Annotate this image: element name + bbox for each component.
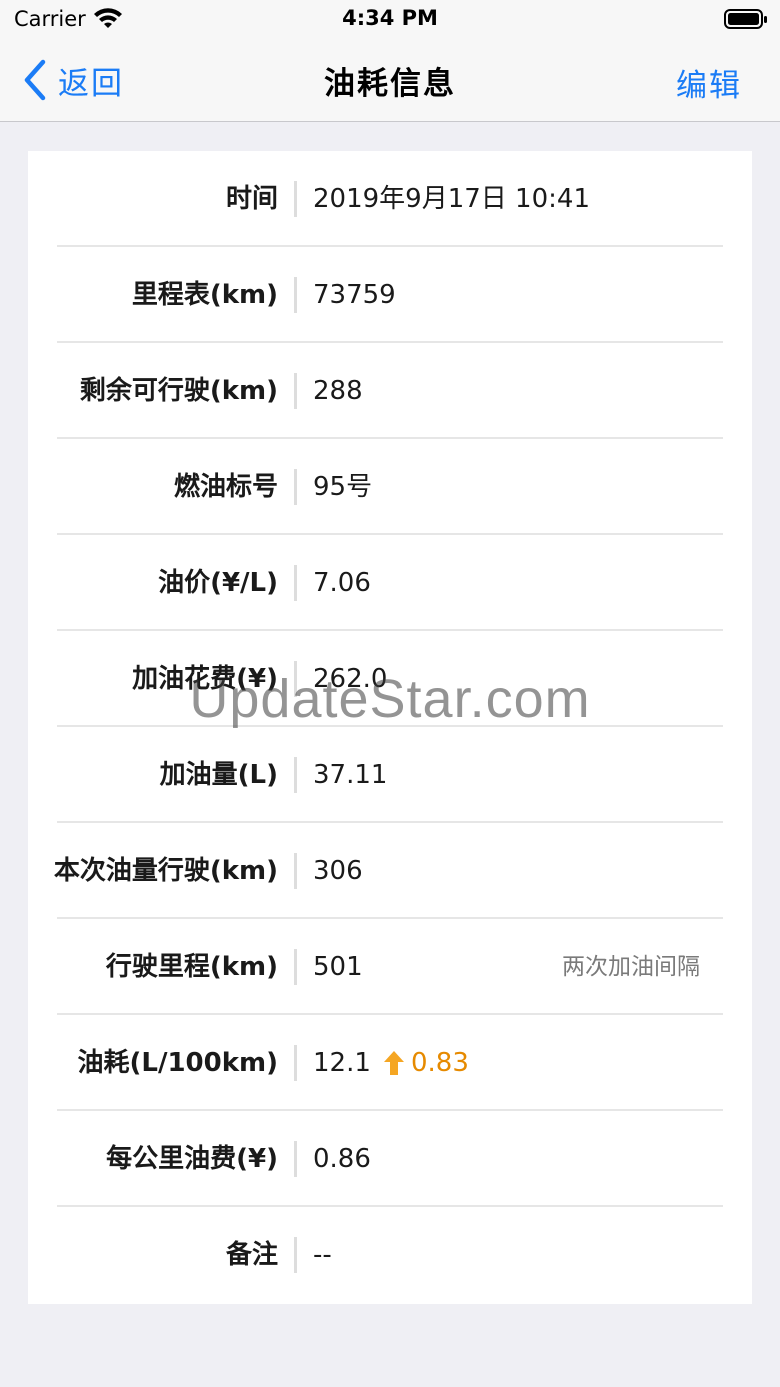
- row-separator: [294, 949, 297, 985]
- page-title: 油耗信息: [324, 66, 456, 102]
- detail-row-driven-distance: 行驶里程(km) 501 两次加油间隔: [28, 919, 752, 1015]
- detail-row-remarks: 备注 --: [28, 1207, 752, 1303]
- row-label: 加油花费(¥): [132, 664, 278, 694]
- detail-row-fuel-grade: 燃油标号 95号: [28, 439, 752, 535]
- row-label: 里程表(km): [131, 280, 278, 310]
- edit-button[interactable]: 编辑: [676, 60, 742, 105]
- detail-row-tank-distance: 本次油量行驶(km) 306: [28, 823, 752, 919]
- row-label: 油耗(L/100km): [77, 1048, 279, 1078]
- row-value: 37.11: [313, 760, 388, 790]
- row-label: 燃油标号: [173, 472, 278, 502]
- row-value: 262.0: [313, 664, 388, 694]
- arrow-up-icon: [384, 1051, 404, 1075]
- row-separator: [294, 757, 297, 793]
- row-separator: [294, 277, 297, 313]
- fuel-detail-card: 时间 2019年9月17日 10:41 里程表(km) 73759 剩余可行驶(…: [28, 151, 752, 1304]
- row-separator: [294, 1045, 297, 1081]
- row-value: --: [313, 1240, 332, 1270]
- row-label: 本次油量行驶(km): [53, 856, 278, 886]
- row-separator: [294, 469, 297, 505]
- detail-row-time: 时间 2019年9月17日 10:41: [28, 151, 752, 247]
- detail-row-refuel-amount: 加油量(L) 37.11: [28, 727, 752, 823]
- row-label: 剩余可行驶(km): [79, 376, 278, 406]
- detail-row-odometer: 里程表(km) 73759: [28, 247, 752, 343]
- row-separator: [294, 661, 297, 697]
- row-value: 501: [313, 952, 363, 982]
- detail-row-fuel-consumption: 油耗(L/100km) 12.1 0.83: [28, 1015, 752, 1111]
- row-label: 每公里油费(¥): [106, 1144, 278, 1174]
- detail-row-cost-per-km: 每公里油费(¥) 0.86: [28, 1111, 752, 1207]
- row-note: 两次加油间隔: [562, 954, 700, 980]
- navigation-bar: 返回 油耗信息 编辑: [0, 40, 780, 122]
- row-separator: [294, 373, 297, 409]
- row-separator: [294, 181, 297, 217]
- row-value: 2019年9月17日 10:41: [313, 184, 590, 214]
- row-separator: [294, 1237, 297, 1273]
- clock: 4:34 PM: [342, 6, 438, 30]
- status-bar: Carrier 4:34 PM: [0, 0, 780, 40]
- detail-row-remaining-range: 剩余可行驶(km) 288: [28, 343, 752, 439]
- detail-row-fuel-price: 油价(¥/L) 7.06: [28, 535, 752, 631]
- row-separator: [294, 853, 297, 889]
- row-value: 95号: [313, 472, 373, 502]
- row-label: 备注: [225, 1240, 278, 1270]
- row-label: 加油量(L): [159, 760, 278, 790]
- detail-row-refuel-cost: 加油花费(¥) 262.0: [28, 631, 752, 727]
- row-separator: [294, 1141, 297, 1177]
- row-value: 7.06: [313, 568, 371, 598]
- trend-value: 0.83: [411, 1048, 469, 1078]
- row-label: 时间: [225, 184, 278, 214]
- row-value: 0.86: [313, 1144, 371, 1174]
- row-value: 12.1: [313, 1048, 371, 1078]
- row-value: 73759: [313, 280, 396, 310]
- consumption-trend: 0.83: [383, 1015, 469, 1111]
- row-value: 288: [313, 376, 363, 406]
- row-value: 306: [313, 856, 363, 886]
- battery-icon: [724, 9, 767, 29]
- row-label: 行驶里程(km): [105, 952, 278, 982]
- row-label: 油价(¥/L): [158, 568, 278, 598]
- row-separator: [294, 565, 297, 601]
